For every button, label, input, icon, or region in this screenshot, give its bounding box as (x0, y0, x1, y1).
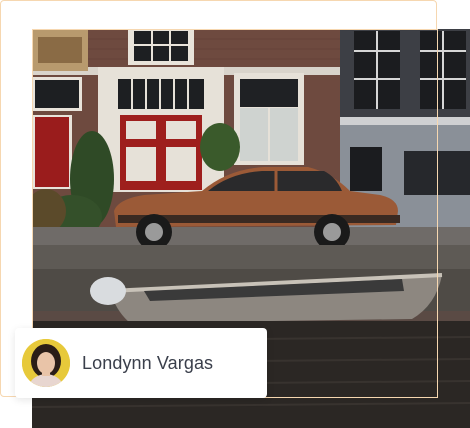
user-name: Londynn Vargas (82, 352, 214, 373)
avatar (22, 339, 70, 387)
profile-card[interactable]: Londynn Vargas (15, 328, 267, 398)
